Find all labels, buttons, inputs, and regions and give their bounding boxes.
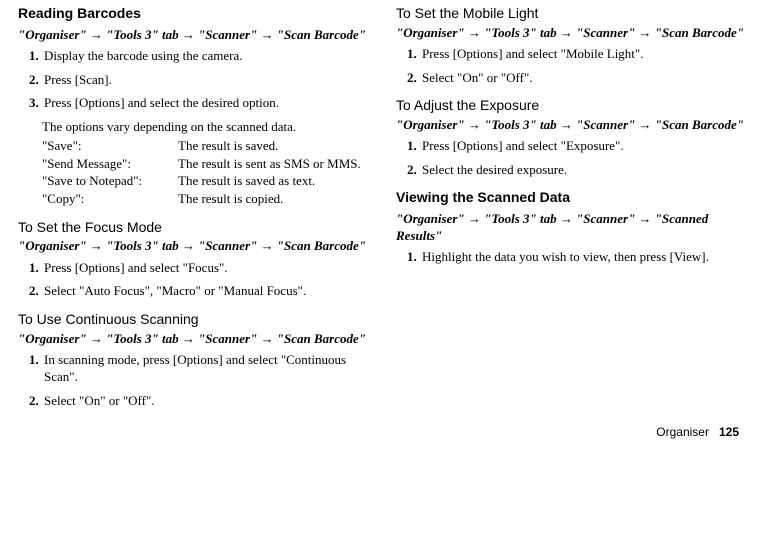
step-item: Highlight the data you wish to view, the… [420,248,748,266]
option-desc: The result is saved. [178,137,367,155]
step-item: Select the desired exposure. [420,161,748,179]
footer-section: Organiser [656,425,709,439]
heading-viewing-data: Viewing the Scanned Data [396,188,748,207]
page-footer: Organiser 125 [0,416,767,440]
option-row: "Copy": The result is copied. [42,190,367,208]
step-item: Press [Options] and select "Focus". [42,259,370,277]
nav-path: "Organiser" → "Tools 3" tab → "Scanner" … [396,25,748,41]
options-table: "Save": The result is saved. "Send Messa… [42,137,367,207]
option-label: "Save to Notepad": [42,172,178,190]
options-intro: The options vary depending on the scanne… [42,118,370,136]
option-row: "Send Message": The result is sent as SM… [42,155,367,173]
step-item: In scanning mode, press [Options] and se… [42,351,370,386]
heading-continuous-scanning: To Use Continuous Scanning [18,310,370,329]
step-item: Press [Scan]. [42,71,370,89]
option-desc: The result is sent as SMS or MMS. [178,155,367,173]
step-item: Press [Options] and select "Exposure". [420,137,748,155]
heading-focus-mode: To Set the Focus Mode [18,218,370,237]
option-row: "Save to Notepad": The result is saved a… [42,172,367,190]
right-column: To Set the Mobile Light "Organiser" → "T… [396,4,748,416]
option-desc: The result is copied. [178,190,367,208]
step-item: Select "On" or "Off". [420,69,748,87]
heading-exposure: To Adjust the Exposure [396,96,748,115]
nav-path: "Organiser" → "Tools 3" tab → "Scanner" … [396,117,748,133]
heading-reading-barcodes: Reading Barcodes [18,4,370,23]
footer-page-number: 125 [719,425,739,439]
option-label: "Copy": [42,190,178,208]
heading-mobile-light: To Set the Mobile Light [396,4,748,23]
steps-view: Highlight the data you wish to view, the… [396,248,748,266]
step-item: Select "On" or "Off". [42,392,370,410]
nav-path: "Organiser" → "Tools 3" tab → "Scanner" … [18,27,370,43]
steps-reading: Display the barcode using the camera. Pr… [18,47,370,112]
steps-exposure: Press [Options] and select "Exposure". S… [396,137,748,178]
option-desc: The result is saved as text. [178,172,367,190]
option-label: "Send Message": [42,155,178,173]
nav-path: "Organiser" → "Tools 3" tab → "Scanner" … [396,211,748,244]
step-item: Select "Auto Focus", "Macro" or "Manual … [42,282,370,300]
steps-light: Press [Options] and select "Mobile Light… [396,45,748,86]
steps-focus: Press [Options] and select "Focus". Sele… [18,259,370,300]
option-row: "Save": The result is saved. [42,137,367,155]
left-column: Reading Barcodes "Organiser" → "Tools 3"… [18,4,370,416]
step-item: Press [Options] and select "Mobile Light… [420,45,748,63]
option-label: "Save": [42,137,178,155]
nav-path: "Organiser" → "Tools 3" tab → "Scanner" … [18,331,370,347]
nav-path: "Organiser" → "Tools 3" tab → "Scanner" … [18,238,370,254]
step-item: Press [Options] and select the desired o… [42,94,370,112]
steps-continuous: In scanning mode, press [Options] and se… [18,351,370,410]
step-item: Display the barcode using the camera. [42,47,370,65]
page-content: Reading Barcodes "Organiser" → "Tools 3"… [0,0,767,416]
